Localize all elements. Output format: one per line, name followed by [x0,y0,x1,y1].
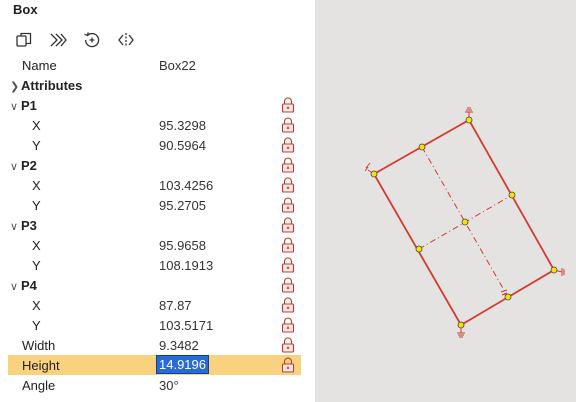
vertex-handle[interactable] [550,266,558,274]
p3-y-value[interactable]: 108.1913 [159,258,213,273]
p2-y-label: Y [32,198,41,213]
p2-x-label: X [32,178,41,193]
height-label: Height [22,358,60,373]
lock-icon[interactable] [281,97,295,113]
toolbar [13,29,149,53]
p1-row[interactable]: ∨ P1 [0,95,315,115]
p4-x-row[interactable]: X 87.87 [0,295,315,315]
p4-y-row[interactable]: Y 103.5171 [0,315,315,335]
lock-icon[interactable] [281,157,295,173]
p3-y-label: Y [32,258,41,273]
p2-row[interactable]: ∨ P2 [0,155,315,175]
lock-icon[interactable] [281,197,295,213]
p1-x-value[interactable]: 95.3298 [159,118,206,133]
properties-panel: Box Name Box22 ❯ Attributes ∨ P1 X 95.32… [0,0,315,402]
vertex-handle[interactable] [457,321,465,329]
p2-x-row[interactable]: X 103.4256 [0,175,315,195]
p2-y-row[interactable]: Y 95.2705 [0,195,315,215]
p3-x-value[interactable]: 95.9658 [159,238,206,253]
p2-x-value[interactable]: 103.4256 [159,178,213,193]
lock-icon[interactable] [281,217,295,233]
copy-icon [16,32,32,47]
handles [370,116,558,329]
edge-handle[interactable] [418,143,426,151]
attributes-group[interactable]: ❯ Attributes [10,78,82,93]
copy-button[interactable] [13,29,35,51]
p3-label: P3 [21,218,37,233]
lock-icon[interactable] [281,317,295,333]
chevron-down-icon: ∨ [10,221,19,233]
p4-x-label: X [32,298,41,313]
vertex-handle[interactable] [370,170,378,178]
p4-y-value[interactable]: 103.5171 [159,318,213,333]
p4-label: P4 [21,278,37,293]
p1-label: P1 [21,98,37,113]
angle-row[interactable]: Angle 30° [0,375,315,395]
lock-icon[interactable] [281,297,295,313]
height-row[interactable]: Height 14.9196 [8,355,301,375]
angle-label: Angle [22,378,56,393]
attributes-row[interactable]: ❯ Attributes [0,75,315,95]
lock-icon[interactable] [281,117,295,133]
name-row[interactable]: Name Box22 [0,55,315,75]
chevron-down-icon: ∨ [10,281,19,293]
center-handle[interactable] [461,218,469,226]
height-input[interactable]: 14.9196 [156,355,209,374]
p2-group[interactable]: ∨ P2 [10,158,37,173]
p4-group[interactable]: ∨ P4 [10,278,37,293]
drawing-canvas[interactable] [315,0,576,402]
property-grid: Name Box22 ❯ Attributes ∨ P1 X 95.3298 Y 9… [0,55,315,395]
lock-icon[interactable] [281,357,295,373]
fast-forward-icon [50,33,67,47]
p4-x-value[interactable]: 87.87 [159,298,192,313]
lock-icon[interactable] [281,337,295,353]
chevron-down-icon: ∨ [10,161,19,173]
rotate-add-icon [84,32,100,48]
p3-x-label: X [32,238,41,253]
lock-icon[interactable] [281,257,295,273]
edge-handle[interactable] [504,293,512,301]
p3-x-row[interactable]: X 95.9658 [0,235,315,255]
chevron-right-icon: ❯ [10,81,20,93]
chevron-down-icon: ∨ [10,101,19,113]
p1-y-value[interactable]: 90.5964 [159,138,206,153]
rotate-button[interactable] [81,29,103,51]
attributes-label: Attributes [21,78,83,93]
panel-title: Box [13,2,38,17]
p3-row[interactable]: ∨ P3 [0,215,315,235]
p2-label: P2 [21,158,37,173]
angle-value[interactable]: 30° [159,378,179,393]
lock-icon[interactable] [281,177,295,193]
p1-x-label: X [32,118,41,133]
p4-row[interactable]: ∨ P4 [0,275,315,295]
width-value[interactable]: 9.3482 [159,338,199,353]
edge-handle[interactable] [415,245,423,253]
mirror-icon [118,33,134,47]
fast-forward-button[interactable] [47,29,69,51]
lock-icon[interactable] [281,277,295,293]
mirror-button[interactable] [115,29,137,51]
name-label: Name [22,58,57,73]
vertex-handle[interactable] [465,116,473,124]
edge-handle[interactable] [508,191,516,199]
p2-y-value[interactable]: 95.2705 [159,198,206,213]
p3-group[interactable]: ∨ P3 [10,218,37,233]
box-drawing [364,107,565,338]
p1-y-row[interactable]: Y 90.5964 [0,135,315,155]
lock-icon[interactable] [281,137,295,153]
p3-y-row[interactable]: Y 108.1913 [0,255,315,275]
p1-y-label: Y [32,138,41,153]
name-value[interactable]: Box22 [159,58,196,73]
width-label: Width [22,338,56,353]
lock-icon[interactable] [281,237,295,253]
p4-y-label: Y [32,318,41,333]
p1-x-row[interactable]: X 95.3298 [0,115,315,135]
p1-group[interactable]: ∨ P1 [10,98,37,113]
width-row[interactable]: Width 9.3482 [0,335,315,355]
